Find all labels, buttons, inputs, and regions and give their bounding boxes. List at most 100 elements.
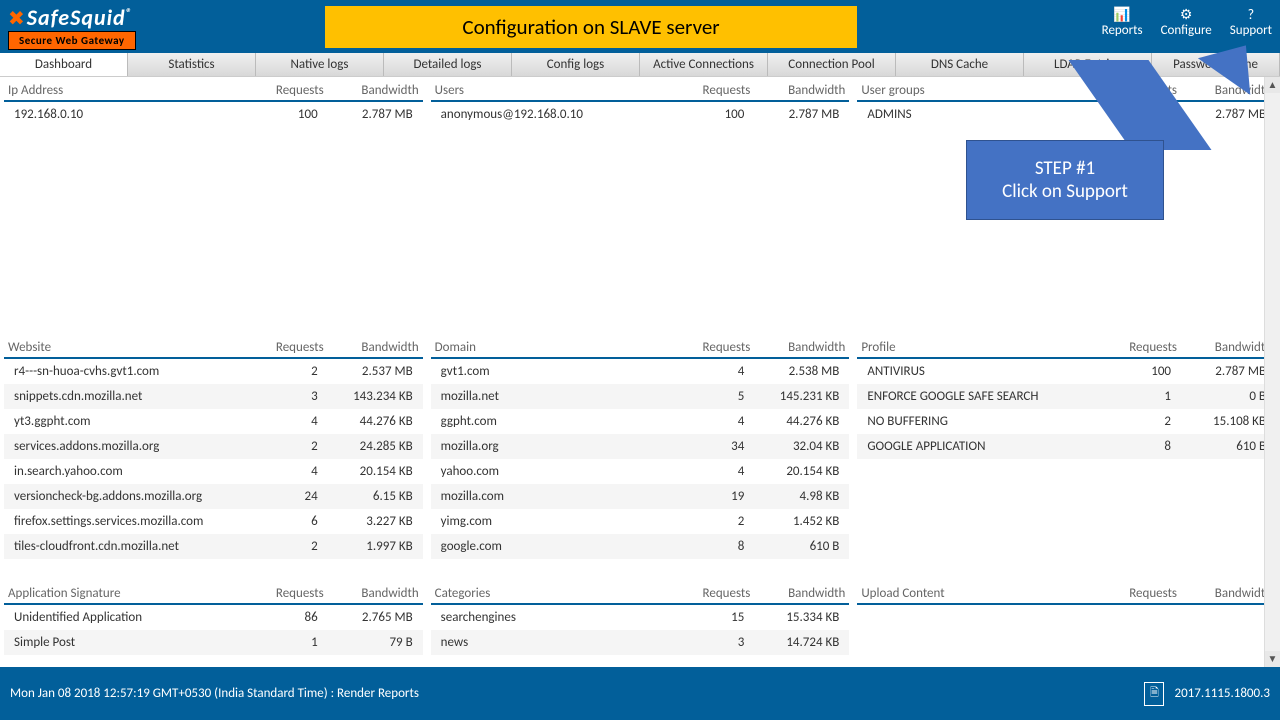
col-title: Ip Address: [8, 83, 244, 98]
table-row[interactable]: yimg.com21.452 KB: [431, 509, 850, 534]
table-row[interactable]: yahoo.com420.154 KB: [431, 459, 850, 484]
panel-users: UsersRequestsBandwidthanonymous@192.168.…: [431, 81, 850, 330]
col-bandwidth: Bandwidth: [1177, 586, 1272, 601]
col-title: Domain: [435, 340, 671, 355]
col-title: Profile: [861, 340, 1097, 355]
tab-active-connections[interactable]: Active Connections: [640, 53, 768, 76]
footer-status: Mon Jan 08 2018 12:57:19 GMT+0530 (India…: [10, 686, 419, 701]
panel-header: DomainRequestsBandwidth: [431, 338, 850, 359]
table-row[interactable]: searchengines1515.334 KB: [431, 605, 850, 630]
logo-subtitle: Secure Web Gateway: [8, 31, 136, 50]
col-bandwidth: Bandwidth: [750, 83, 845, 98]
table-row[interactable]: anonymous@192.168.0.101002.787 MB: [431, 102, 850, 127]
footer-bar: Mon Jan 08 2018 12:57:19 GMT+0530 (India…: [0, 667, 1280, 720]
col-bandwidth: Bandwidth: [324, 586, 419, 601]
logo-text: SafeSquid®: [27, 4, 133, 31]
nav-configure[interactable]: ⚙Configure: [1161, 6, 1212, 38]
panel-domain: DomainRequestsBandwidthgvt1.com42.538 MB…: [431, 338, 850, 577]
col-bandwidth: Bandwidth: [750, 340, 845, 355]
panel-header: ProfileRequestsBandwidth: [857, 338, 1276, 359]
tab-config-logs[interactable]: Config logs: [512, 53, 640, 76]
table-row[interactable]: services.addons.mozilla.org224.285 KB: [4, 434, 423, 459]
chart-icon: 📊: [1102, 6, 1143, 23]
table-row[interactable]: Unidentified Application862.765 MB: [4, 605, 423, 630]
tab-native-logs[interactable]: Native logs: [256, 53, 384, 76]
col-bandwidth: Bandwidth: [1177, 83, 1272, 98]
panel-header: UsersRequestsBandwidth: [431, 81, 850, 102]
nav-reports[interactable]: 📊Reports: [1102, 6, 1143, 38]
table-row[interactable]: Simple Post179 B: [4, 630, 423, 655]
col-title: Website: [8, 340, 244, 355]
col-requests: Requests: [244, 340, 324, 355]
tab-dashboard[interactable]: Dashboard: [0, 53, 128, 76]
tab-statistics[interactable]: Statistics: [128, 53, 256, 76]
panel-categories: CategoriesRequestsBandwidthsearchengines…: [431, 584, 850, 663]
col-title: User groups: [861, 83, 1097, 98]
panel-app-signature: Application SignatureRequestsBandwidthUn…: [4, 584, 423, 663]
table-row[interactable]: mozilla.org3432.04 KB: [431, 434, 850, 459]
panel-upload: Upload ContentRequestsBandwidth: [857, 584, 1276, 663]
table-row[interactable]: versioncheck-bg.addons.mozilla.org246.15…: [4, 484, 423, 509]
config-banner: Configuration on SLAVE server: [325, 6, 857, 48]
table-row[interactable]: ANTIVIRUS1002.787 MB: [857, 359, 1276, 384]
app-header: ✖SafeSquid® Secure Web Gateway Configura…: [0, 0, 1280, 53]
step-callout: STEP #1 Click on Support: [966, 140, 1164, 220]
table-row[interactable]: mozilla.com194.98 KB: [431, 484, 850, 509]
table-row[interactable]: firefox.settings.services.mozilla.com63.…: [4, 509, 423, 534]
tab-dns-cache[interactable]: DNS Cache: [896, 53, 1024, 76]
callout-text: Click on Support: [1002, 180, 1128, 203]
table-row[interactable]: NO BUFFERING215.108 KB: [857, 409, 1276, 434]
table-row[interactable]: GOOGLE APPLICATION8610 B: [857, 434, 1276, 459]
col-requests: Requests: [670, 83, 750, 98]
panel-website: WebsiteRequestsBandwidthr4---sn-huoa-cvh…: [4, 338, 423, 577]
wrench-icon: ✖: [8, 7, 25, 31]
table-row[interactable]: gvt1.com42.538 MB: [431, 359, 850, 384]
panel-profile: ProfileRequestsBandwidthANTIVIRUS1002.78…: [857, 338, 1276, 577]
table-row[interactable]: google.com8610 B: [431, 534, 850, 559]
table-row[interactable]: ggpht.com444.276 KB: [431, 409, 850, 434]
col-bandwidth: Bandwidth: [1177, 340, 1272, 355]
col-title: Categories: [435, 586, 671, 601]
col-bandwidth: Bandwidth: [324, 83, 419, 98]
col-requests: Requests: [244, 83, 324, 98]
table-row[interactable]: news314.724 KB: [431, 630, 850, 655]
col-title: Users: [435, 83, 671, 98]
header-nav: 📊Reports ⚙Configure ?Support: [1102, 6, 1272, 38]
tab-detailed-logs[interactable]: Detailed logs: [384, 53, 512, 76]
table-row[interactable]: r4---sn-huoa-cvhs.gvt1.com22.537 MB: [4, 359, 423, 384]
col-title: Upload Content: [861, 586, 1097, 601]
panel-header: CategoriesRequestsBandwidth: [431, 584, 850, 605]
col-bandwidth: Bandwidth: [324, 340, 419, 355]
footer-version: 2017.1115.1800.3: [1174, 686, 1270, 701]
help-icon: ?: [1230, 6, 1272, 23]
table-row[interactable]: 192.168.0.101002.787 MB: [4, 102, 423, 127]
table-row[interactable]: tiles-cloudfront.cdn.mozilla.net21.997 K…: [4, 534, 423, 559]
table-row[interactable]: ADMINS1002.787 MB: [857, 102, 1276, 127]
col-requests: Requests: [670, 586, 750, 601]
col-requests: Requests: [1097, 586, 1177, 601]
panel-header: Upload ContentRequestsBandwidth: [857, 584, 1276, 605]
callout-title: STEP #1: [1035, 157, 1095, 180]
nav-support[interactable]: ?Support: [1230, 6, 1272, 38]
col-requests: Requests: [670, 340, 750, 355]
scroll-up-icon[interactable]: ▲: [1265, 77, 1280, 93]
pdf-icon[interactable]: 🗎: [1144, 682, 1164, 706]
col-requests: Requests: [244, 586, 324, 601]
col-title: Application Signature: [8, 586, 244, 601]
scroll-down-icon[interactable]: ▼: [1265, 651, 1280, 667]
panel-header: User groupsRequestsBandwidth: [857, 81, 1276, 102]
gears-icon: ⚙: [1161, 6, 1212, 23]
panel-header: WebsiteRequestsBandwidth: [4, 338, 423, 359]
col-bandwidth: Bandwidth: [750, 586, 845, 601]
table-row[interactable]: mozilla.net5145.231 KB: [431, 384, 850, 409]
col-requests: Requests: [1097, 340, 1177, 355]
table-row[interactable]: in.search.yahoo.com420.154 KB: [4, 459, 423, 484]
table-row[interactable]: yt3.ggpht.com444.276 KB: [4, 409, 423, 434]
table-row[interactable]: snippets.cdn.mozilla.net3143.234 KB: [4, 384, 423, 409]
panel-header: Ip AddressRequestsBandwidth: [4, 81, 423, 102]
table-row[interactable]: ENFORCE GOOGLE SAFE SEARCH10 B: [857, 384, 1276, 409]
logo-area: ✖SafeSquid® Secure Web Gateway: [0, 0, 144, 54]
vertical-scrollbar[interactable]: ▲ ▼: [1264, 77, 1280, 667]
tab-connection-pool[interactable]: Connection Pool: [768, 53, 896, 76]
panel-header: Application SignatureRequestsBandwidth: [4, 584, 423, 605]
